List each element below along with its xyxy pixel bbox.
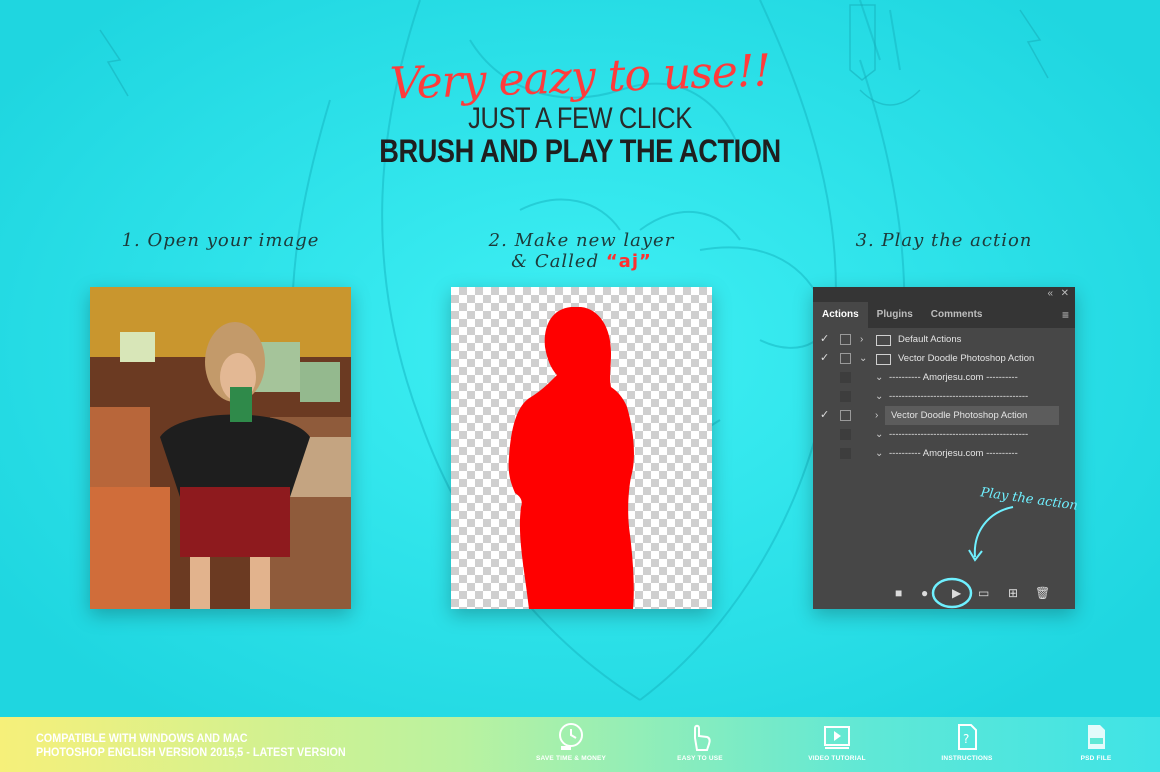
chevron-right-icon[interactable]: › [860, 330, 863, 349]
close-icon[interactable]: ✕ [1061, 288, 1069, 299]
step-2-label-line-1: 2. Make new layer [488, 230, 675, 251]
feature-label: EASY TO USE [677, 755, 723, 762]
chevron-down-icon[interactable]: ⌄ [875, 387, 883, 406]
feature-psd: PSD FILE [1051, 722, 1141, 762]
trash-icon[interactable]: 🗑 [1035, 586, 1050, 600]
feature-instructions: ? INSTRUCTIONS [922, 722, 1012, 762]
layer-preview [451, 287, 712, 609]
step-3-label: 3. Play the action [855, 230, 1033, 251]
chevron-down-icon[interactable]: ⌄ [859, 349, 867, 368]
action-step-label: ----------------------------------------… [889, 391, 1029, 402]
collapse-icon[interactable]: « [1047, 288, 1053, 299]
compatibility-line-1: COMPATIBLE WITH WINDOWS AND MAC [36, 731, 248, 745]
panel-menu-icon[interactable]: ≡ [1062, 308, 1069, 322]
hand-click-icon [694, 724, 711, 751]
layer-name: “aj” [605, 251, 652, 272]
footer-bar: COMPATIBLE WITH WINDOWS AND MAC PHOTOSHO… [0, 717, 1160, 772]
toggle-box[interactable] [840, 391, 851, 402]
actions-panel: « ✕ Actions Plugins Comments ≡ ✓ › Defau… [813, 287, 1075, 609]
record-icon[interactable]: ● [921, 586, 928, 600]
feature-label: SAVE TIME & MONEY [535, 755, 607, 762]
feature-video: VIDEO TUTORIAL [792, 722, 882, 762]
step-2-label-line-2: & Called “aj” [451, 251, 712, 272]
tab-actions[interactable]: Actions [813, 302, 868, 328]
actions-list: ✓ › Default Actions ✓ ⌄ Vector Doodle Ph… [813, 328, 1075, 463]
action-label: Vector Doodle Photoshop Action [891, 410, 1028, 421]
feature-label: VIDEO TUTORIAL [808, 755, 866, 762]
dialog-toggle-icon[interactable] [840, 334, 851, 345]
step-2-label-prefix: & Called [511, 251, 606, 272]
feature-label: PSD FILE [1080, 755, 1112, 762]
source-photo [90, 287, 351, 609]
video-play-icon [824, 726, 850, 749]
checkmark-icon[interactable]: ✓ [820, 349, 830, 368]
clock-money-icon [559, 723, 583, 750]
annotation-arrow [968, 506, 1014, 562]
chevron-down-icon[interactable]: ⌄ [875, 425, 883, 444]
action-row[interactable]: ⌄ --------------------------------------… [813, 425, 1075, 444]
headline-line-2: BRUSH AND PLAY THE ACTION [379, 133, 781, 169]
new-set-icon[interactable]: ▭ [978, 586, 989, 600]
dialog-toggle-icon[interactable] [840, 353, 851, 364]
feature-save-time: SAVE TIME & MONEY [526, 722, 616, 762]
folder-icon [876, 335, 891, 346]
headline-line-1: JUST A FEW CLICK [468, 102, 692, 135]
tab-comments[interactable]: Comments [922, 302, 992, 328]
new-action-icon[interactable]: ⊞ [1008, 586, 1018, 600]
red-silhouette [508, 307, 634, 609]
panel-tabs: Actions Plugins Comments ≡ [813, 302, 1075, 328]
action-row[interactable]: ⌄ --------------------------------------… [813, 387, 1075, 406]
action-row-selected[interactable]: ✓ › Vector Doodle Photoshop Action [813, 406, 1075, 425]
svg-text:?: ? [963, 732, 969, 746]
panel-titlebar: « ✕ [813, 287, 1075, 302]
action-row[interactable]: ✓ › Default Actions [813, 330, 1075, 349]
checkmark-icon[interactable]: ✓ [820, 406, 830, 425]
compatibility-line-2: PHOTOSHOP ENGLISH VERSION 2015,5 - LATES… [36, 745, 346, 759]
play-highlight-circle [931, 577, 973, 609]
action-step-label: ---------- Amorjesu.com ---------- [889, 372, 1018, 383]
action-set-label: Vector Doodle Photoshop Action [898, 353, 1035, 364]
stop-icon[interactable]: ■ [895, 586, 902, 600]
feature-label: INSTRUCTIONS [941, 755, 993, 762]
panel-toolbar: ■ ● ▶ ▭ ⊞ 🗑 [813, 577, 1075, 609]
toggle-box[interactable] [840, 429, 851, 440]
photo-illustration [90, 287, 351, 609]
action-step-label: ---------- Amorjesu.com ---------- [889, 448, 1018, 459]
tab-plugins[interactable]: Plugins [868, 302, 922, 328]
checkmark-icon[interactable]: ✓ [820, 330, 830, 349]
step-1-label: 1. Open your image [121, 230, 320, 251]
step-2-label: 2. Make new layer & Called “aj” [451, 230, 712, 272]
action-set-label: Default Actions [898, 334, 962, 345]
action-row[interactable]: ⌄ ---------- Amorjesu.com ---------- [813, 444, 1075, 463]
folder-icon [876, 354, 891, 365]
psd-file-icon [1088, 725, 1105, 749]
dialog-toggle-icon[interactable] [840, 410, 851, 421]
feature-easy: EASY TO USE [655, 722, 745, 762]
toggle-box[interactable] [840, 372, 851, 383]
document-help-icon: ? [958, 724, 977, 750]
action-step-label: ----------------------------------------… [889, 429, 1029, 440]
action-row[interactable]: ✓ ⌄ Vector Doodle Photoshop Action [813, 349, 1075, 368]
chevron-down-icon[interactable]: ⌄ [875, 444, 883, 463]
action-row[interactable]: ⌄ ---------- Amorjesu.com ---------- [813, 368, 1075, 387]
chevron-right-icon[interactable]: › [875, 406, 878, 425]
toggle-box[interactable] [840, 448, 851, 459]
chevron-down-icon[interactable]: ⌄ [875, 368, 883, 387]
